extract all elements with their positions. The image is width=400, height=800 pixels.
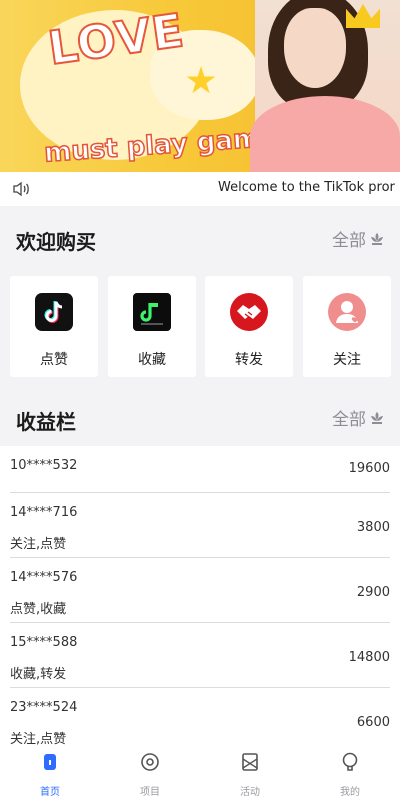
- task-tags: 关注,点赞: [10, 537, 67, 552]
- bottom-tab-bar: 首页 项目 活动 我的: [0, 746, 400, 800]
- shop-item-label: 关注: [333, 352, 361, 368]
- shop-view-all-button[interactable]: 全部: [332, 226, 384, 251]
- earnings-list: 10****532 19600 14****716 关注,点赞 3800 14*…: [0, 446, 400, 746]
- project-icon: [141, 753, 159, 771]
- earning-amount: 3800: [356, 520, 390, 535]
- earning-amount: 2900: [356, 585, 390, 600]
- shop-item-label: 转发: [235, 352, 263, 368]
- earning-amount: 6600: [356, 715, 390, 730]
- shop-item-follow[interactable]: 关注: [303, 276, 391, 377]
- task-tags: 收藏,转发: [10, 667, 67, 682]
- earnings-section-title: 收益栏: [16, 410, 76, 434]
- tab-label: 活动: [240, 787, 260, 798]
- earnings-row: 15****588 收藏,转发 14800: [10, 623, 390, 688]
- activity-icon: [242, 753, 258, 771]
- account-id: 14****716: [10, 505, 78, 520]
- shop-section-title: 欢迎购买: [16, 230, 96, 254]
- handshake-icon: [230, 293, 268, 331]
- tiktok-icon: [35, 293, 73, 331]
- shop-item-label: 收藏: [138, 352, 166, 368]
- earnings-row: 14****576 点赞,收藏 2900: [10, 558, 390, 623]
- banner-model-face: [284, 8, 346, 88]
- lotus-icon: [371, 232, 383, 245]
- shop-item-favorite[interactable]: 收藏: [108, 276, 196, 377]
- music-app-icon: [133, 293, 171, 331]
- follow-user-icon: [328, 293, 366, 331]
- account-id: 10****532: [10, 458, 78, 473]
- app-page: LOVE must play games Welcome to the TikT…: [0, 0, 400, 800]
- earnings-row: 23****524 关注,点赞 6600: [10, 688, 390, 746]
- account-id: 14****576: [10, 570, 78, 585]
- earning-amount: 19600: [348, 461, 390, 476]
- view-all-label: 全部: [332, 410, 366, 430]
- tab-profile[interactable]: 我的: [300, 746, 400, 800]
- profile-icon: [342, 752, 358, 771]
- tab-label: 首页: [40, 787, 60, 798]
- speaker-icon: [13, 181, 29, 197]
- task-tags: 关注,点赞: [10, 732, 67, 746]
- earnings-row: 14****716 关注,点赞 3800: [10, 493, 390, 558]
- promo-banner[interactable]: LOVE must play games: [0, 0, 400, 172]
- lotus-icon: [371, 411, 383, 424]
- tab-label: 项目: [140, 787, 160, 798]
- view-all-label: 全部: [332, 231, 366, 251]
- shop-item-label: 点赞: [40, 352, 68, 368]
- account-id: 23****524: [10, 700, 78, 715]
- notice-bar[interactable]: Welcome to the TikTok pror: [0, 172, 400, 206]
- home-icon: [44, 754, 56, 770]
- earnings-view-all-button[interactable]: 全部: [332, 405, 384, 430]
- shop-item-share[interactable]: 转发: [205, 276, 293, 377]
- tab-project[interactable]: 项目: [100, 746, 200, 800]
- tab-activity[interactable]: 活动: [200, 746, 300, 800]
- notice-text: Welcome to the TikTok pror: [218, 180, 395, 195]
- earning-amount: 14800: [348, 650, 390, 665]
- banner-model-shirt: [250, 96, 400, 172]
- task-tags: 点赞,收藏: [10, 602, 67, 617]
- tab-label: 我的: [340, 787, 360, 798]
- account-id: 15****588: [10, 635, 78, 650]
- shop-item-like[interactable]: 点赞: [10, 276, 98, 377]
- tab-home[interactable]: 首页: [0, 746, 100, 800]
- earnings-row: 10****532 19600: [10, 446, 390, 493]
